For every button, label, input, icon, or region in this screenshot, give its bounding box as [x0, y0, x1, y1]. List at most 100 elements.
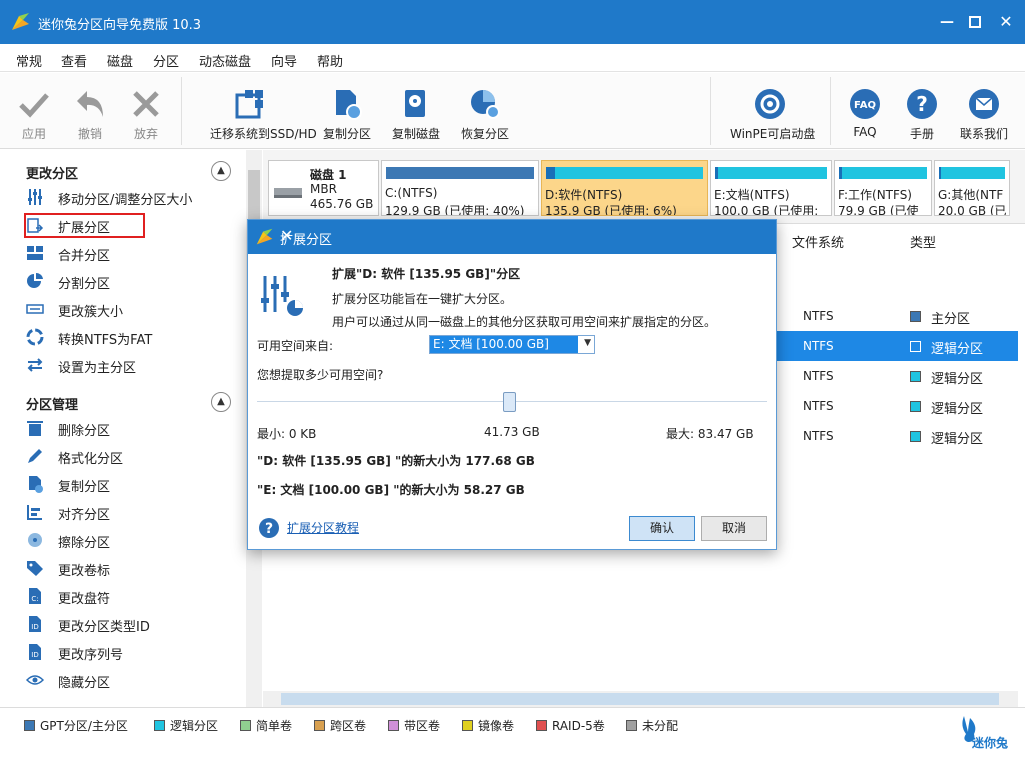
partition-block[interactable]: C:(NTFS) 129.9 GB (已使用: 40%) — [381, 160, 539, 216]
wipe-disc-icon — [28, 533, 42, 547]
partition-block[interactable]: G:其他(NTF 20.0 GB (已 — [934, 160, 1010, 216]
align-icon — [27, 505, 42, 520]
op-align-partition[interactable]: 对齐分区 — [26, 500, 226, 524]
legend-item: RAID-5卷 — [536, 717, 605, 734]
menu-partition[interactable]: 分区 — [153, 51, 179, 70]
menu-dynamic-disk[interactable]: 动态磁盘 — [199, 51, 251, 70]
x-icon — [133, 91, 159, 117]
discard-button[interactable]: 放弃 — [126, 73, 166, 149]
pie-split-icon — [27, 272, 43, 288]
disk-info[interactable]: 磁盘 1 MBR 465.76 GB — [268, 160, 379, 216]
slider-max-label: 最大: 83.47 GB — [666, 427, 754, 441]
menu-wizard[interactable]: 向导 — [271, 51, 297, 70]
op-split-partition[interactable]: 分割分区 — [26, 269, 226, 293]
usage-bar — [715, 167, 719, 179]
help-icon: ? — [907, 89, 937, 119]
chevron-down-icon[interactable]: ▼ — [584, 338, 591, 348]
dialog-close-icon[interactable]: ✕ — [280, 227, 768, 245]
highlight-extend-partition — [24, 213, 145, 238]
migrate-os-button[interactable]: 迁移系统到SSD/HD — [210, 73, 317, 149]
collapse-chevron-up-icon[interactable]: ▲ — [211, 392, 231, 412]
partition-block-selected[interactable]: D:软件(NTFS) 135.9 GB (已使用: 6%) — [541, 160, 708, 216]
legend-item: 镜像卷 — [462, 717, 514, 734]
new-size-e: "E: 文档 [100.00 GB] "的新大小为 58.27 GB — [257, 483, 525, 497]
op-format-partition[interactable]: 格式化分区 — [26, 444, 226, 468]
copy-disk-icon — [405, 90, 425, 117]
legend-item: 逻辑分区 — [154, 717, 218, 734]
type-color-swatch — [910, 401, 921, 412]
merge-icon — [27, 246, 43, 260]
svg-text:FAQ: FAQ — [854, 100, 876, 111]
cancel-button[interactable]: 取消 — [701, 516, 767, 541]
type-id-icon: ID — [29, 616, 41, 632]
new-size-d: "D: 软件 [135.95 GB] "的新大小为 177.68 GB — [257, 454, 535, 468]
menu-disk[interactable]: 磁盘 — [107, 51, 133, 70]
extend-tutorial-link[interactable]: 扩展分区教程 — [287, 519, 359, 536]
op-wipe-partition[interactable]: 擦除分区 — [26, 528, 226, 552]
op-change-label[interactable]: 更改卷标 — [26, 556, 226, 580]
undo-button[interactable]: 撤销 — [70, 73, 110, 149]
drive-letter-icon: C: — [29, 588, 41, 604]
brand-logo: 迷你兔 — [958, 714, 1016, 756]
recover-partition-button[interactable]: 恢复分区 — [461, 73, 509, 149]
legend-item: 跨区卷 — [314, 717, 366, 734]
maximize-icon[interactable] — [969, 16, 981, 28]
op-merge-partition[interactable]: 合并分区 — [26, 241, 226, 265]
apply-button[interactable]: 应用 — [14, 73, 54, 149]
trash-icon — [27, 421, 43, 436]
minimize-icon[interactable]: — — [938, 13, 956, 31]
column-header-type[interactable]: 类型 — [910, 232, 936, 251]
close-icon[interactable]: ✕ — [997, 13, 1015, 31]
space-slider-handle[interactable] — [503, 392, 516, 412]
winpe-bootable-button[interactable]: WinPE可启动盘 — [730, 73, 815, 149]
op-copy-partition[interactable]: 复制分区 — [26, 472, 226, 496]
op-change-type-id[interactable]: ID 更改分区类型ID — [26, 612, 226, 636]
source-partition-select[interactable]: E: 文档 [100.00 GB] ▼ — [429, 335, 595, 354]
op-set-primary[interactable]: 设置为主分区 — [26, 353, 226, 377]
partition-block[interactable]: F:工作(NTFS) 79.9 GB (已使 — [834, 160, 932, 216]
op-change-serial-number[interactable]: ID 更改序列号 — [26, 640, 226, 664]
hard-drive-icon — [274, 188, 302, 198]
op-change-drive-letter[interactable]: C: 更改盘符 — [26, 584, 226, 608]
extend-sliders-icon — [261, 276, 303, 316]
copy-disk-button[interactable]: 复制磁盘 — [392, 73, 440, 149]
svg-text:?: ? — [916, 92, 928, 116]
legend-item: 带区卷 — [388, 717, 440, 734]
menu-view[interactable]: 查看 — [61, 51, 87, 70]
manual-button[interactable]: ? 手册 — [902, 73, 942, 149]
op-change-cluster-size[interactable]: 更改簇大小 — [26, 297, 226, 321]
faq-button[interactable]: FAQ FAQ — [845, 73, 885, 149]
contact-us-button[interactable]: 联系我们 — [960, 73, 1008, 149]
collapse-chevron-up-icon[interactable]: ▲ — [211, 161, 231, 181]
swap-arrows-icon — [27, 358, 43, 372]
horizontal-scrollbar[interactable] — [263, 691, 1018, 707]
app-logo-icon — [256, 228, 273, 245]
usage-bar — [839, 167, 842, 179]
copy-partition-button[interactable]: 复制分区 — [323, 73, 371, 149]
op-hide-partition[interactable]: 隐藏分区 — [26, 668, 226, 692]
help-icon[interactable]: ? — [258, 517, 280, 539]
convert-recycle-icon — [26, 328, 44, 346]
pencil-icon — [28, 449, 42, 463]
type-color-swatch — [910, 371, 921, 382]
op-move-resize[interactable]: 移动分区/调整分区大小 — [26, 185, 226, 209]
toolbar: 应用 撤销 放弃 迁移系统到SSD/HD 复制分区 复制磁盘 恢复分区 WinP… — [0, 73, 1025, 149]
type-color-swatch — [910, 431, 921, 442]
mail-icon — [969, 89, 999, 119]
serial-id-icon: ID — [29, 644, 41, 660]
dialog-description-2: 用户可以通过从同一磁盘上的其他分区获取可用空间来扩展指定的分区。 — [332, 315, 717, 329]
op-delete-partition[interactable]: 删除分区 — [26, 416, 226, 440]
tag-icon — [27, 561, 43, 576]
column-header-filesystem[interactable]: 文件系统 — [792, 232, 844, 251]
svg-text:?: ? — [265, 521, 273, 537]
menu-help[interactable]: 帮助 — [317, 51, 343, 70]
svg-text:C:: C: — [31, 595, 38, 603]
op-convert-ntfs-fat[interactable]: 转换NTFS为FAT — [26, 325, 226, 349]
copy-icon — [29, 476, 43, 493]
hidden-eye-icon — [26, 675, 44, 685]
sliders-icon — [28, 189, 42, 205]
ok-button[interactable]: 确认 — [629, 516, 695, 541]
menu-general[interactable]: 常规 — [16, 51, 42, 70]
type-color-swatch — [910, 311, 921, 322]
partition-block[interactable]: E:文档(NTFS) 100.0 GB (已使用: — [710, 160, 832, 216]
